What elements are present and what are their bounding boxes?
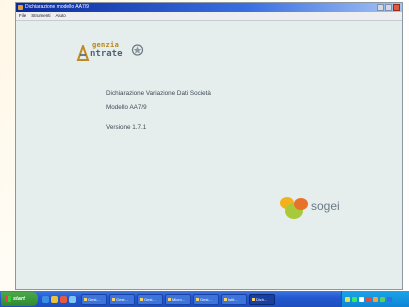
windows-logo-icon — [5, 296, 11, 302]
tray-info-icon[interactable] — [387, 296, 392, 302]
quick-launch — [42, 295, 76, 303]
task-button-active[interactable]: Dich... — [249, 293, 275, 305]
menu-strumenti[interactable]: Strumenti — [31, 12, 50, 20]
sogei-mark-icon — [280, 197, 308, 219]
maximize-button[interactable] — [385, 4, 392, 11]
tray-msn-icon[interactable] — [380, 296, 385, 302]
declaration-title: Dichiarazione Variazione Dati Società — [106, 90, 211, 97]
task-list: Gest... Gest... Gest... Micro... Gest...… — [81, 293, 275, 305]
tray-app-icon[interactable] — [345, 296, 350, 302]
media-icon[interactable] — [60, 295, 67, 303]
model-label: Modello AA7/9 — [106, 104, 147, 111]
task-button[interactable]: Gest... — [81, 293, 107, 305]
system-tray — [341, 291, 409, 307]
task-button[interactable]: Gest... — [109, 293, 135, 305]
republic-emblem-icon — [131, 44, 144, 56]
task-button[interactable]: Istit... — [221, 293, 247, 305]
task-button[interactable]: Gest... — [137, 293, 163, 305]
sogei-wordmark: sogei — [311, 199, 340, 213]
logo-text-agenzia: genzia — [92, 41, 120, 49]
tray-net-icon[interactable] — [352, 296, 357, 302]
menu-file[interactable]: File — [19, 12, 26, 20]
start-button[interactable]: start — [1, 292, 38, 306]
application-window: Dichiarazione modello AA7/9 File Strumen… — [15, 2, 403, 290]
ie-icon[interactable] — [42, 295, 49, 303]
task-button[interactable]: Micro... — [165, 293, 191, 305]
agenzia-entrate-logo: genzia ntrate — [76, 41, 146, 71]
tray-security-icon[interactable] — [366, 296, 371, 302]
close-button[interactable] — [393, 4, 400, 11]
start-label: start — [13, 296, 25, 302]
menu-aiuto[interactable]: Aiuto — [56, 12, 66, 20]
tray-update-icon[interactable] — [373, 296, 378, 302]
menu-bar: File Strumenti Aiuto — [16, 12, 402, 21]
minimize-button[interactable] — [377, 4, 384, 11]
version-label: Versione 1.7.1 — [106, 124, 147, 131]
window-controls — [377, 4, 400, 11]
app-icon — [18, 5, 23, 10]
splash-content: genzia ntrate Dichiarazione Variazione D… — [16, 21, 402, 289]
logo-text-entrate: ntrate — [90, 49, 123, 59]
desktop: Dichiarazione modello AA7/9 File Strumen… — [0, 0, 409, 307]
window-titlebar[interactable]: Dichiarazione modello AA7/9 — [16, 3, 402, 12]
tray-volume-icon[interactable] — [359, 296, 364, 302]
outlook-icon[interactable] — [51, 295, 58, 303]
agenzia-a-mark-icon — [76, 45, 90, 61]
sogei-logo: sogei — [278, 192, 368, 232]
taskbar: start Gest... Gest... Gest... Micro... G… — [0, 291, 409, 307]
task-button[interactable]: Gest... — [193, 293, 219, 305]
desktop-icon[interactable] — [69, 295, 76, 303]
window-title: Dichiarazione modello AA7/9 — [25, 4, 89, 10]
